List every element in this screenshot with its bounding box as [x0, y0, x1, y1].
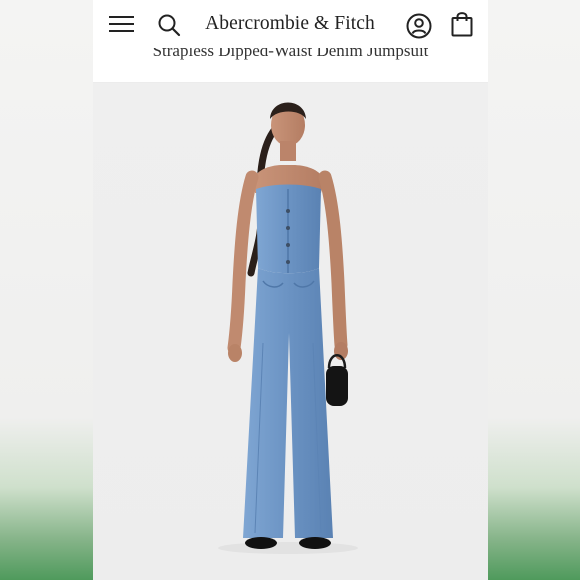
product-page: Strapless Dipped-Waist Denim Jumpsuit Ab… [93, 0, 488, 580]
model-illustration [218, 102, 358, 554]
right-backdrop [487, 0, 580, 580]
product-image[interactable] [93, 83, 488, 580]
site-header: Abercrombie & Fitch [93, 0, 488, 48]
account-icon[interactable] [406, 13, 432, 39]
menu-icon[interactable] [109, 15, 134, 33]
left-backdrop [0, 0, 93, 580]
brand-logo[interactable]: Abercrombie & Fitch [205, 13, 375, 35]
shopping-bag-icon[interactable] [451, 11, 473, 37]
search-icon[interactable] [157, 13, 181, 37]
